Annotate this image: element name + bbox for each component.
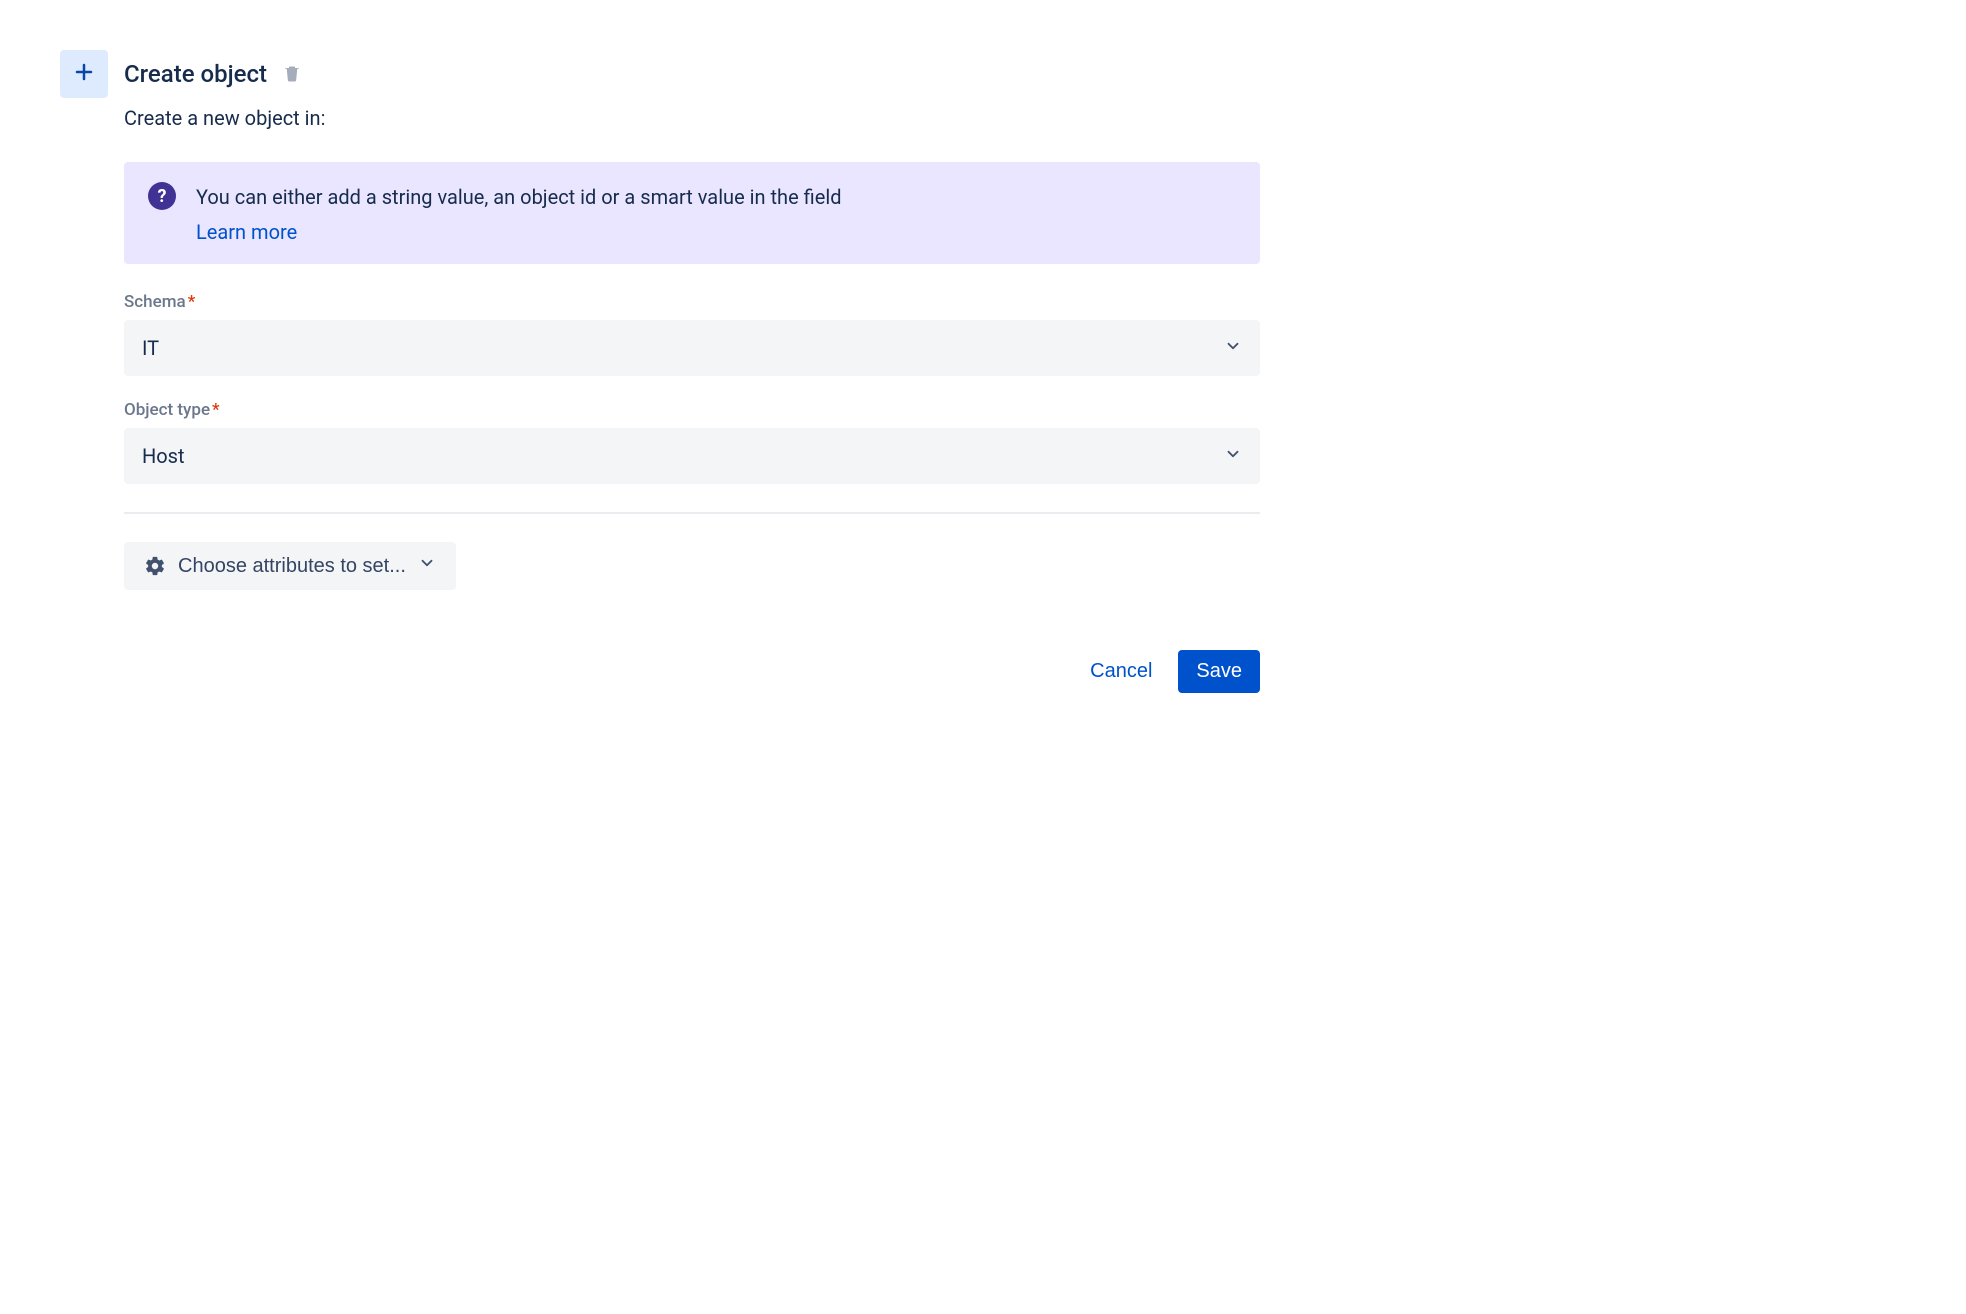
- divider: [124, 512, 1260, 514]
- gear-icon: [144, 555, 166, 577]
- plus-icon: [72, 60, 96, 88]
- save-button[interactable]: Save: [1178, 650, 1260, 693]
- question-icon: ?: [148, 182, 176, 210]
- cancel-button[interactable]: Cancel: [1072, 650, 1170, 693]
- choose-attributes-label: Choose attributes to set...: [178, 555, 406, 578]
- schema-label: Schema*: [124, 292, 1260, 312]
- chevron-down-icon: [418, 554, 436, 578]
- create-object-icon-box: [60, 50, 108, 98]
- object-type-value: Host: [142, 444, 185, 468]
- info-banner: ? You can either add a string value, an …: [124, 162, 1260, 264]
- choose-attributes-button[interactable]: Choose attributes to set...: [124, 542, 456, 590]
- page-title: Create object: [124, 60, 267, 88]
- chevron-down-icon: [1224, 444, 1242, 468]
- delete-icon[interactable]: [283, 65, 301, 83]
- schema-select[interactable]: IT: [124, 320, 1260, 376]
- learn-more-link[interactable]: Learn more: [196, 220, 297, 244]
- object-type-label-text: Object type: [124, 400, 210, 420]
- required-asterisk: *: [188, 292, 196, 312]
- schema-label-text: Schema: [124, 292, 186, 312]
- page-subtitle: Create a new object in:: [124, 106, 1260, 130]
- required-asterisk: *: [212, 400, 220, 420]
- object-type-select[interactable]: Host: [124, 428, 1260, 484]
- object-type-label: Object type*: [124, 400, 1260, 420]
- info-banner-text: You can either add a string value, an ob…: [196, 182, 1236, 212]
- chevron-down-icon: [1224, 336, 1242, 360]
- schema-value: IT: [142, 336, 159, 360]
